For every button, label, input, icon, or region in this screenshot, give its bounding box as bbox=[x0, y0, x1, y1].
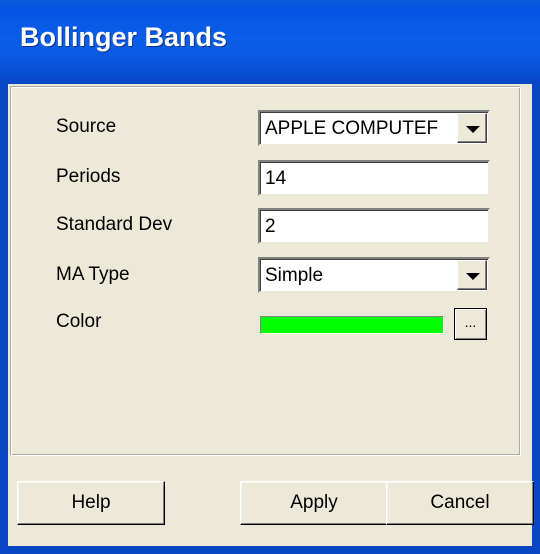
ma-type-value: Simple bbox=[265, 265, 324, 286]
chevron-down-icon bbox=[466, 273, 480, 280]
source-value: APPLE COMPUTEF bbox=[265, 118, 439, 139]
periods-value: 14 bbox=[265, 168, 287, 189]
source-dropdown-button[interactable] bbox=[457, 113, 487, 143]
source-dropdown[interactable]: APPLE COMPUTEF bbox=[258, 110, 490, 146]
frame-left bbox=[0, 84, 8, 554]
dialog-window: Bollinger Bands Source APPLE COMPUTEF Pe… bbox=[0, 0, 540, 554]
color-swatch[interactable] bbox=[260, 316, 444, 334]
periods-input[interactable]: 14 bbox=[258, 160, 490, 196]
ma-type-dropdown[interactable]: Simple bbox=[258, 257, 490, 293]
title-bar[interactable]: Bollinger Bands bbox=[0, 0, 540, 84]
chevron-down-icon bbox=[466, 126, 480, 133]
window-title: Bollinger Bands bbox=[20, 22, 228, 52]
color-picker-button[interactable]: ... bbox=[454, 308, 487, 340]
std-dev-label: Standard Dev bbox=[56, 214, 173, 235]
ma-type-label: MA Type bbox=[56, 264, 130, 285]
help-button[interactable]: Help bbox=[17, 481, 165, 525]
std-dev-input[interactable]: 2 bbox=[258, 208, 490, 244]
periods-label: Periods bbox=[56, 166, 121, 187]
color-label: Color bbox=[56, 311, 102, 332]
source-label: Source bbox=[56, 116, 117, 137]
frame-bottom bbox=[0, 546, 540, 554]
std-dev-value: 2 bbox=[265, 216, 276, 237]
ma-type-dropdown-button[interactable] bbox=[457, 260, 487, 290]
apply-button[interactable]: Apply bbox=[240, 481, 388, 525]
cancel-button[interactable]: Cancel bbox=[386, 481, 534, 525]
